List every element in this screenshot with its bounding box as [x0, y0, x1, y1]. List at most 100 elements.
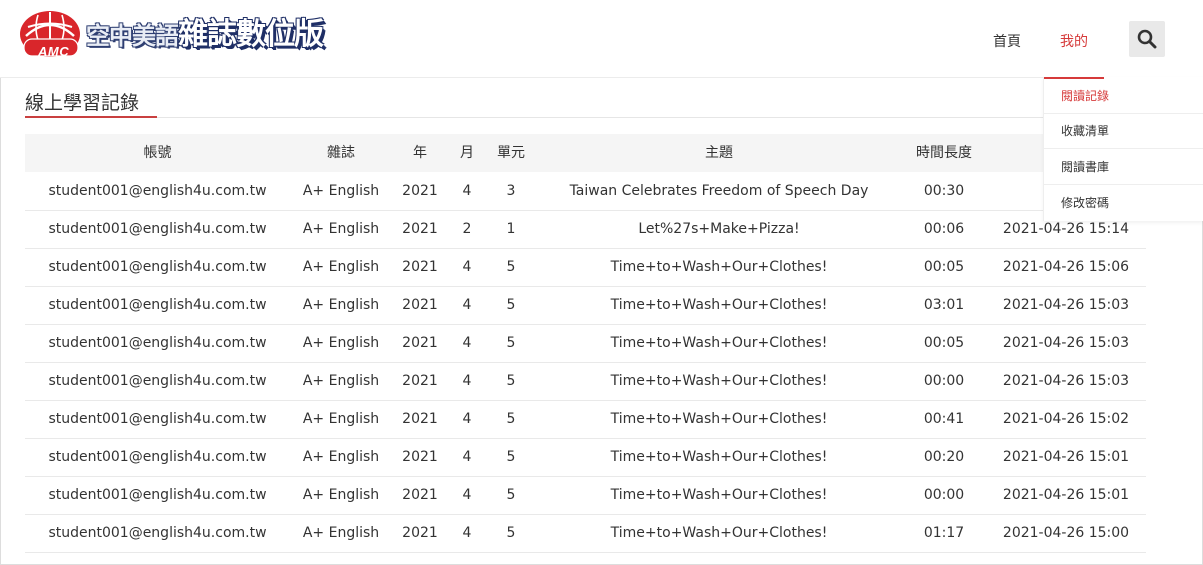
search-button[interactable] — [1129, 21, 1165, 57]
nav-mine-link[interactable]: 我的 — [1060, 31, 1088, 51]
cell-duration: 00:05 — [923, 259, 965, 275]
header-month: 月 — [460, 145, 474, 161]
cell-duration: 00:30 — [923, 183, 965, 199]
cell-duration: 00:05 — [923, 335, 965, 351]
table-row: student001@english4u.com.tw A+ English 2… — [25, 514, 1146, 553]
cell-year: 2021 — [402, 449, 438, 465]
cell-month: 4 — [462, 297, 472, 313]
table-row: student001@english4u.com.tw A+ English 2… — [25, 400, 1146, 439]
cell-time: 2021-04-26 15:00 — [1002, 525, 1130, 541]
header-year: 年 — [413, 145, 427, 161]
cell-account: student001@english4u.com.tw — [48, 487, 267, 503]
cell-magazine: A+ English — [302, 259, 380, 275]
cell-magazine: A+ English — [302, 525, 380, 541]
table-row: student001@english4u.com.tw A+ English 2… — [25, 476, 1146, 515]
cell-account: student001@english4u.com.tw — [48, 297, 267, 313]
table-row: student001@english4u.com.tw A+ English 2… — [25, 248, 1146, 287]
cell-unit: 1 — [506, 221, 516, 237]
cell-time: 2021-04-26 15:01 — [1002, 449, 1130, 465]
cell-unit: 5 — [506, 411, 516, 427]
cell-time: 2021-04-26 15:03 — [1002, 297, 1130, 313]
header-duration: 時間長度 — [916, 145, 972, 161]
logo-text-secondary: 雜誌數位版 — [178, 17, 324, 52]
cell-account: student001@english4u.com.tw — [48, 183, 267, 199]
cell-year: 2021 — [402, 525, 438, 541]
site-header: AMC 空中美語雜誌數位版 首頁 我的 — [0, 0, 1203, 78]
header-account: 帳號 — [143, 145, 172, 161]
title-divider — [25, 117, 1146, 118]
cell-duration: 03:01 — [923, 297, 965, 313]
cell-duration: 00:00 — [923, 487, 965, 503]
cell-magazine: A+ English — [302, 183, 380, 199]
site-logo[interactable]: AMC 空中美語雜誌數位版 — [16, 10, 346, 64]
nav-home-link[interactable]: 首頁 — [993, 31, 1021, 51]
header-magazine: 雜誌 — [327, 145, 355, 161]
cell-topic: Time+to+Wash+Our+Clothes! — [610, 487, 828, 503]
cell-month: 4 — [462, 335, 472, 351]
cell-duration: 00:00 — [923, 373, 965, 389]
cell-account: student001@english4u.com.tw — [48, 335, 267, 351]
cell-topic: Time+to+Wash+Our+Clothes! — [610, 259, 828, 275]
page-title: 線上學習記錄 — [25, 92, 140, 114]
cell-account: student001@english4u.com.tw — [48, 449, 267, 465]
cell-time: 2021-04-26 15:02 — [1002, 411, 1130, 427]
cell-unit: 5 — [506, 297, 516, 313]
cell-month: 4 — [462, 373, 472, 389]
cell-unit: 5 — [506, 373, 516, 389]
cell-topic: Taiwan Celebrates Freedom of Speech Day — [569, 183, 869, 199]
cell-magazine: A+ English — [302, 411, 380, 427]
cell-year: 2021 — [402, 183, 438, 199]
cell-topic: Time+to+Wash+Our+Clothes! — [610, 449, 828, 465]
cell-topic: Let%27s+Make+Pizza! — [638, 221, 800, 237]
cell-magazine: A+ English — [302, 221, 380, 237]
cell-magazine: A+ English — [302, 297, 380, 313]
logo-badge-text: AMC — [38, 44, 70, 59]
cell-year: 2021 — [402, 487, 438, 503]
cell-magazine: A+ English — [302, 487, 380, 503]
cell-account: student001@english4u.com.tw — [48, 221, 267, 237]
logo-text-primary: 空中美語 — [86, 22, 179, 50]
cell-account: student001@english4u.com.tw — [48, 373, 267, 389]
cell-year: 2021 — [402, 297, 438, 313]
cell-month: 4 — [462, 487, 472, 503]
cell-unit: 5 — [506, 449, 516, 465]
cell-topic: Time+to+Wash+Our+Clothes! — [610, 335, 828, 351]
header-unit: 單元 — [497, 145, 525, 161]
cell-year: 2021 — [402, 411, 438, 427]
cell-month: 4 — [462, 525, 472, 541]
cell-month: 4 — [462, 183, 472, 199]
cell-time: 2021-04-26 15:03 — [1002, 373, 1130, 389]
cell-topic: Time+to+Wash+Our+Clothes! — [610, 297, 828, 313]
cell-time: 2021-04-26 15:03 — [1002, 335, 1130, 351]
menu-item-change-password[interactable]: 修改密碼 — [1044, 186, 1203, 221]
table-row: student001@english4u.com.tw A+ English 2… — [25, 210, 1146, 249]
cell-unit: 5 — [506, 259, 516, 275]
table-header-row: 帳號 雜誌 年 月 單元 主題 時間長度 學 — [25, 134, 1146, 172]
cell-year: 2021 — [402, 221, 438, 237]
logo-wordmark: 空中美語雜誌數位版 — [86, 17, 324, 53]
cell-duration: 00:20 — [923, 449, 965, 465]
title-underline — [25, 116, 157, 118]
cell-month: 4 — [462, 411, 472, 427]
menu-item-library[interactable]: 閱讀書庫 — [1044, 150, 1203, 185]
cell-topic: Time+to+Wash+Our+Clothes! — [610, 411, 828, 427]
table-row: student001@english4u.com.tw A+ English 2… — [25, 172, 1146, 211]
cell-year: 2021 — [402, 259, 438, 275]
cell-month: 4 — [462, 259, 472, 275]
cell-unit: 5 — [506, 525, 516, 541]
cell-magazine: A+ English — [302, 335, 380, 351]
cell-unit: 3 — [506, 183, 516, 199]
search-icon — [1137, 29, 1157, 49]
menu-item-favorites[interactable]: 收藏清單 — [1044, 114, 1203, 149]
cell-duration: 00:06 — [923, 221, 965, 237]
cell-magazine: A+ English — [302, 449, 380, 465]
cell-account: student001@english4u.com.tw — [48, 411, 267, 427]
table-row: student001@english4u.com.tw A+ English 2… — [25, 286, 1146, 325]
cell-unit: 5 — [506, 335, 516, 351]
cell-topic: Time+to+Wash+Our+Clothes! — [610, 373, 828, 389]
menu-item-reading-record[interactable]: 閱讀記錄 — [1044, 79, 1203, 114]
cell-year: 2021 — [402, 335, 438, 351]
cell-month: 2 — [462, 221, 472, 237]
cell-unit: 5 — [506, 487, 516, 503]
cell-month: 4 — [462, 449, 472, 465]
